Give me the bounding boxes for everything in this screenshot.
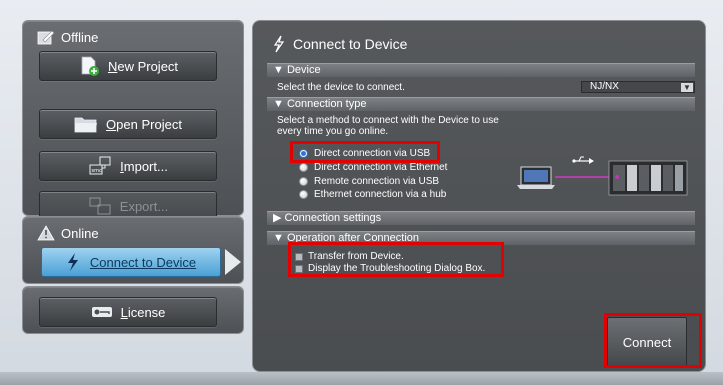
transfer-from-device-label: Transfer from Device. (308, 251, 404, 262)
offline-edit-icon (37, 30, 55, 45)
radio-button-selected[interactable] (299, 149, 308, 158)
radio-ethernet-hub[interactable]: Ethernet connection via a hub (299, 189, 446, 200)
connect-to-device-panel: Connect to Device ▼ Device Select the de… (252, 20, 706, 372)
svg-text:smc: smc (92, 168, 102, 174)
offline-panel: Offline New Project Open Project smc Imp… (22, 20, 244, 221)
bottom-strip (0, 372, 723, 385)
export-icon (89, 197, 111, 215)
checkbox[interactable] (295, 252, 303, 261)
key-icon (91, 307, 112, 317)
checkbox-troubleshooting-dialog[interactable]: Display the Troubleshooting Dialog Box. (295, 263, 485, 274)
radio-remote-usb-label: Remote connection via USB (314, 176, 440, 187)
connection-type-section-header[interactable]: ▼ Connection type (267, 97, 695, 111)
license-label: License (120, 304, 166, 320)
new-project-label: New Project (107, 58, 179, 74)
export-label: Export... (119, 198, 169, 214)
dropdown-arrow-icon[interactable]: ▼ (681, 83, 693, 92)
panel-title: Connect to Device (273, 35, 407, 53)
open-project-label: Open Project (106, 116, 182, 132)
radio-button[interactable] (299, 177, 308, 186)
operation-after-connection-section-header[interactable]: ▼ Operation after Connection (267, 231, 695, 245)
warning-icon (37, 225, 55, 241)
radio-direct-usb[interactable]: Direct connection via USB (299, 148, 430, 159)
radio-button[interactable] (299, 190, 308, 199)
connection-settings-section-header[interactable]: ▶ Connection settings (267, 211, 695, 225)
connect-button[interactable]: Connect (607, 317, 687, 367)
usb-icon (572, 156, 594, 164)
new-project-icon (81, 56, 99, 76)
license-button[interactable]: License (39, 297, 217, 327)
offline-header-label: Offline (61, 29, 99, 45)
troubleshooting-dialog-label: Display the Troubleshooting Dialog Box. (308, 263, 486, 274)
connect-to-device-label: Connect to Device (89, 254, 197, 270)
new-project-button[interactable]: New Project (39, 51, 217, 81)
connection-type-instruction-2: every time you go online. (277, 126, 389, 137)
device-instruction: Select the device to connect. (277, 82, 405, 93)
license-panel: License (22, 286, 244, 334)
open-project-button[interactable]: Open Project (39, 109, 217, 139)
checkbox-transfer-from-device[interactable]: Transfer from Device. (295, 251, 404, 262)
online-header: Online (37, 225, 99, 241)
radio-direct-usb-label: Direct connection via USB (314, 148, 431, 159)
online-header-label: Online (61, 225, 99, 241)
radio-direct-ethernet-label: Direct connection via Ethernet (314, 162, 448, 173)
usb-connection-illustration (517, 156, 688, 196)
laptop-icon (517, 166, 555, 189)
lightning-icon (273, 35, 285, 53)
device-section-header[interactable]: ▼ Device (267, 63, 695, 77)
checkbox[interactable] (295, 264, 303, 273)
radio-remote-usb[interactable]: Remote connection via USB (299, 176, 439, 187)
import-button[interactable]: smc Import... (39, 151, 217, 181)
window: Offline New Project Open Project smc Imp… (0, 0, 723, 385)
import-icon: smc (89, 156, 111, 175)
plc-controller-icon (608, 160, 688, 196)
selection-arrow-icon (225, 249, 241, 275)
device-type-select[interactable]: NJ/NX ▼ (581, 81, 695, 93)
online-panel: Online Connect to Device (22, 216, 244, 284)
folder-icon (74, 117, 98, 133)
radio-button[interactable] (299, 163, 308, 172)
import-label: Import... (120, 158, 168, 174)
radio-direct-ethernet[interactable]: Direct connection via Ethernet (299, 162, 447, 173)
radio-ethernet-hub-label: Ethernet connection via a hub (314, 189, 447, 200)
connect-to-device-button[interactable]: Connect to Device (41, 247, 221, 277)
lightning-icon (67, 253, 78, 271)
device-type-value: NJ/NX (590, 81, 619, 92)
panel-title-label: Connect to Device (293, 36, 408, 52)
offline-header: Offline (37, 29, 98, 45)
